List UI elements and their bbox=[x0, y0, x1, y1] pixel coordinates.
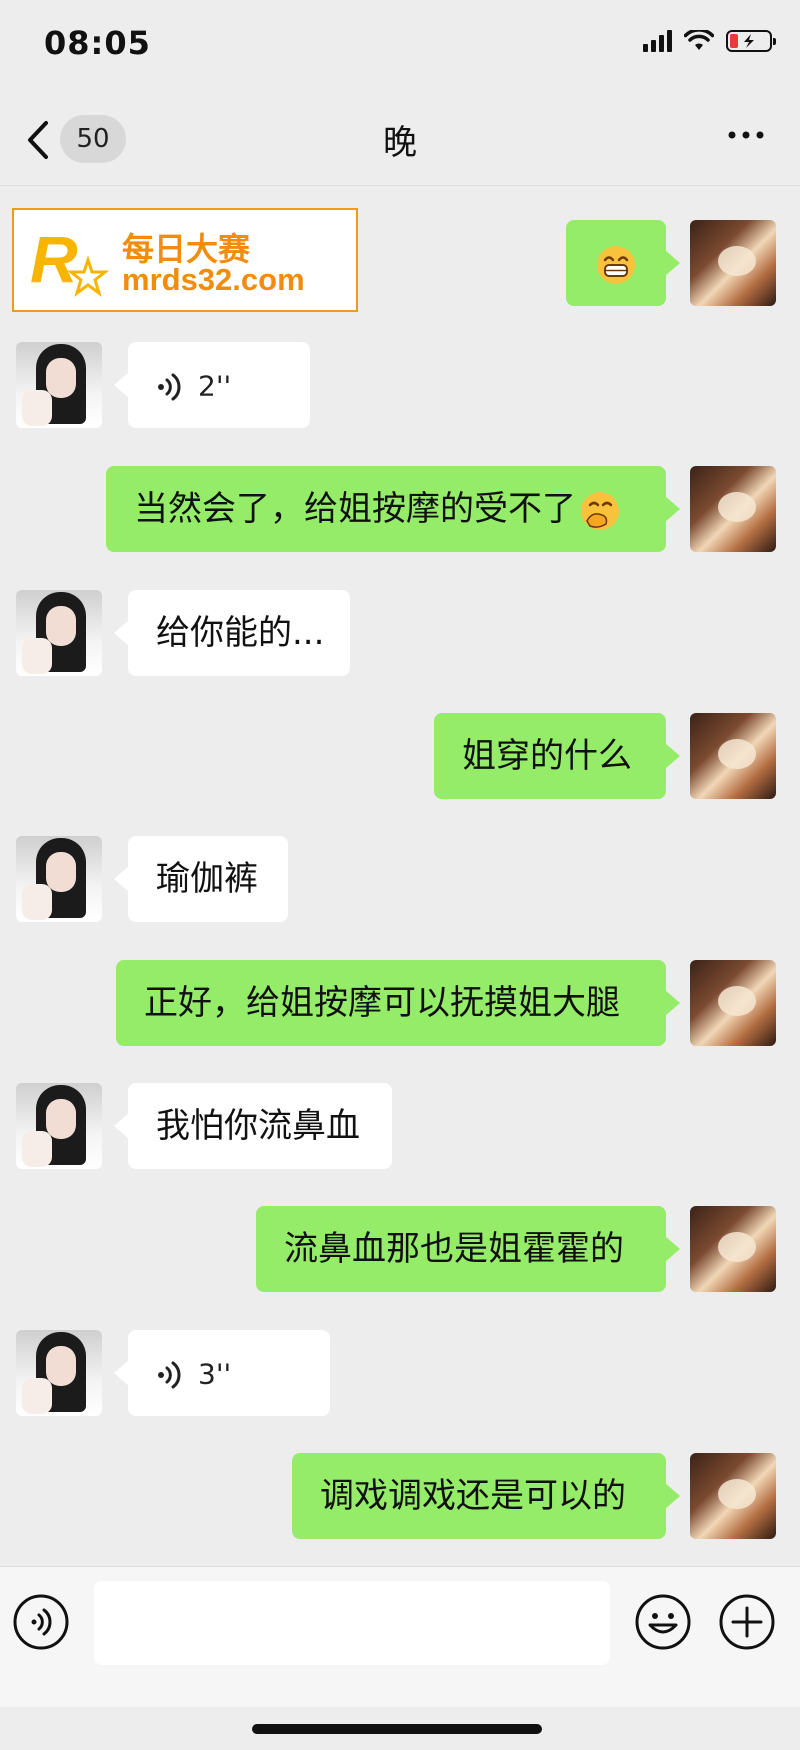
message-bubble-self[interactable]: 姐穿的什么 bbox=[434, 713, 680, 799]
status-icons bbox=[643, 30, 776, 52]
battery-icon bbox=[726, 30, 776, 52]
emoji-picker-icon[interactable] bbox=[634, 1593, 692, 1651]
ad-banner[interactable]: R 每日大赛 mrds32.com bbox=[12, 208, 358, 312]
self-avatar[interactable] bbox=[690, 713, 776, 799]
voice-input-icon[interactable] bbox=[12, 1593, 70, 1651]
chat-header: 50 晚 bbox=[0, 95, 800, 186]
ad-url[interactable]: mrds32.com bbox=[122, 262, 305, 298]
message-text: 调戏调戏还是可以的 bbox=[320, 1476, 626, 1516]
hand-over-mouth-emoji bbox=[581, 491, 619, 530]
contact-avatar[interactable] bbox=[16, 590, 102, 676]
self-avatar[interactable] bbox=[690, 1453, 776, 1539]
logo-letter: R bbox=[30, 222, 78, 296]
message-bubble-self[interactable] bbox=[566, 220, 680, 306]
message-text: 瑜伽裤 bbox=[156, 859, 258, 899]
voice-duration: 3'' bbox=[198, 1357, 232, 1391]
voice-duration: 2'' bbox=[198, 369, 232, 403]
message-text: 给你能的... bbox=[156, 613, 325, 653]
input-bar bbox=[0, 1566, 800, 1707]
message-bubble-self[interactable]: 调戏调戏还是可以的 bbox=[292, 1453, 680, 1539]
message-text: 正好，给姐按摩可以抚摸姐大腿 bbox=[144, 983, 620, 1023]
contact-avatar[interactable] bbox=[16, 1330, 102, 1416]
grinning-emoji bbox=[597, 245, 635, 284]
self-avatar[interactable] bbox=[690, 220, 776, 306]
chat-title: 晚 bbox=[383, 123, 417, 163]
signal-icon bbox=[643, 30, 672, 52]
add-attachment-icon[interactable] bbox=[718, 1593, 776, 1651]
more-options-icon[interactable] bbox=[726, 125, 766, 145]
message-bubble-other[interactable]: 我怕你流鼻血 bbox=[114, 1083, 392, 1169]
self-avatar[interactable] bbox=[690, 960, 776, 1046]
contact-avatar[interactable] bbox=[16, 342, 102, 428]
voice-wave-icon bbox=[158, 373, 181, 400]
message-text: 流鼻血那也是姐霍霍的 bbox=[284, 1229, 624, 1269]
voice-message[interactable]: 2'' bbox=[114, 342, 310, 428]
message-bubble-self[interactable]: 当然会了，给姐按摩的受不了 bbox=[106, 466, 680, 552]
voice-wave-icon bbox=[158, 1361, 181, 1388]
status-time: 08:05 bbox=[44, 24, 151, 62]
wifi-icon bbox=[684, 30, 714, 50]
message-bubble-self[interactable]: 流鼻血那也是姐霍霍的 bbox=[256, 1206, 680, 1292]
brand-logo-icon: R bbox=[30, 222, 110, 297]
message-bubble-self[interactable]: 正好，给姐按摩可以抚摸姐大腿 bbox=[116, 960, 680, 1046]
contact-avatar[interactable] bbox=[16, 836, 102, 922]
voice-message[interactable]: 3'' bbox=[114, 1330, 330, 1416]
message-text: 当然会了，给姐按摩的受不了 bbox=[134, 489, 576, 529]
message-bubble-other[interactable]: 瑜伽裤 bbox=[114, 836, 288, 922]
message-text: 姐穿的什么 bbox=[462, 736, 632, 776]
self-avatar[interactable] bbox=[690, 466, 776, 552]
contact-avatar[interactable] bbox=[16, 1083, 102, 1169]
message-text: 我怕你流鼻血 bbox=[156, 1106, 360, 1146]
self-avatar[interactable] bbox=[690, 1206, 776, 1292]
status-bar: 08:05 bbox=[0, 0, 800, 90]
message-bubble-other[interactable]: 给你能的... bbox=[114, 590, 350, 676]
message-input[interactable] bbox=[94, 1581, 610, 1665]
home-indicator[interactable] bbox=[252, 1724, 542, 1734]
